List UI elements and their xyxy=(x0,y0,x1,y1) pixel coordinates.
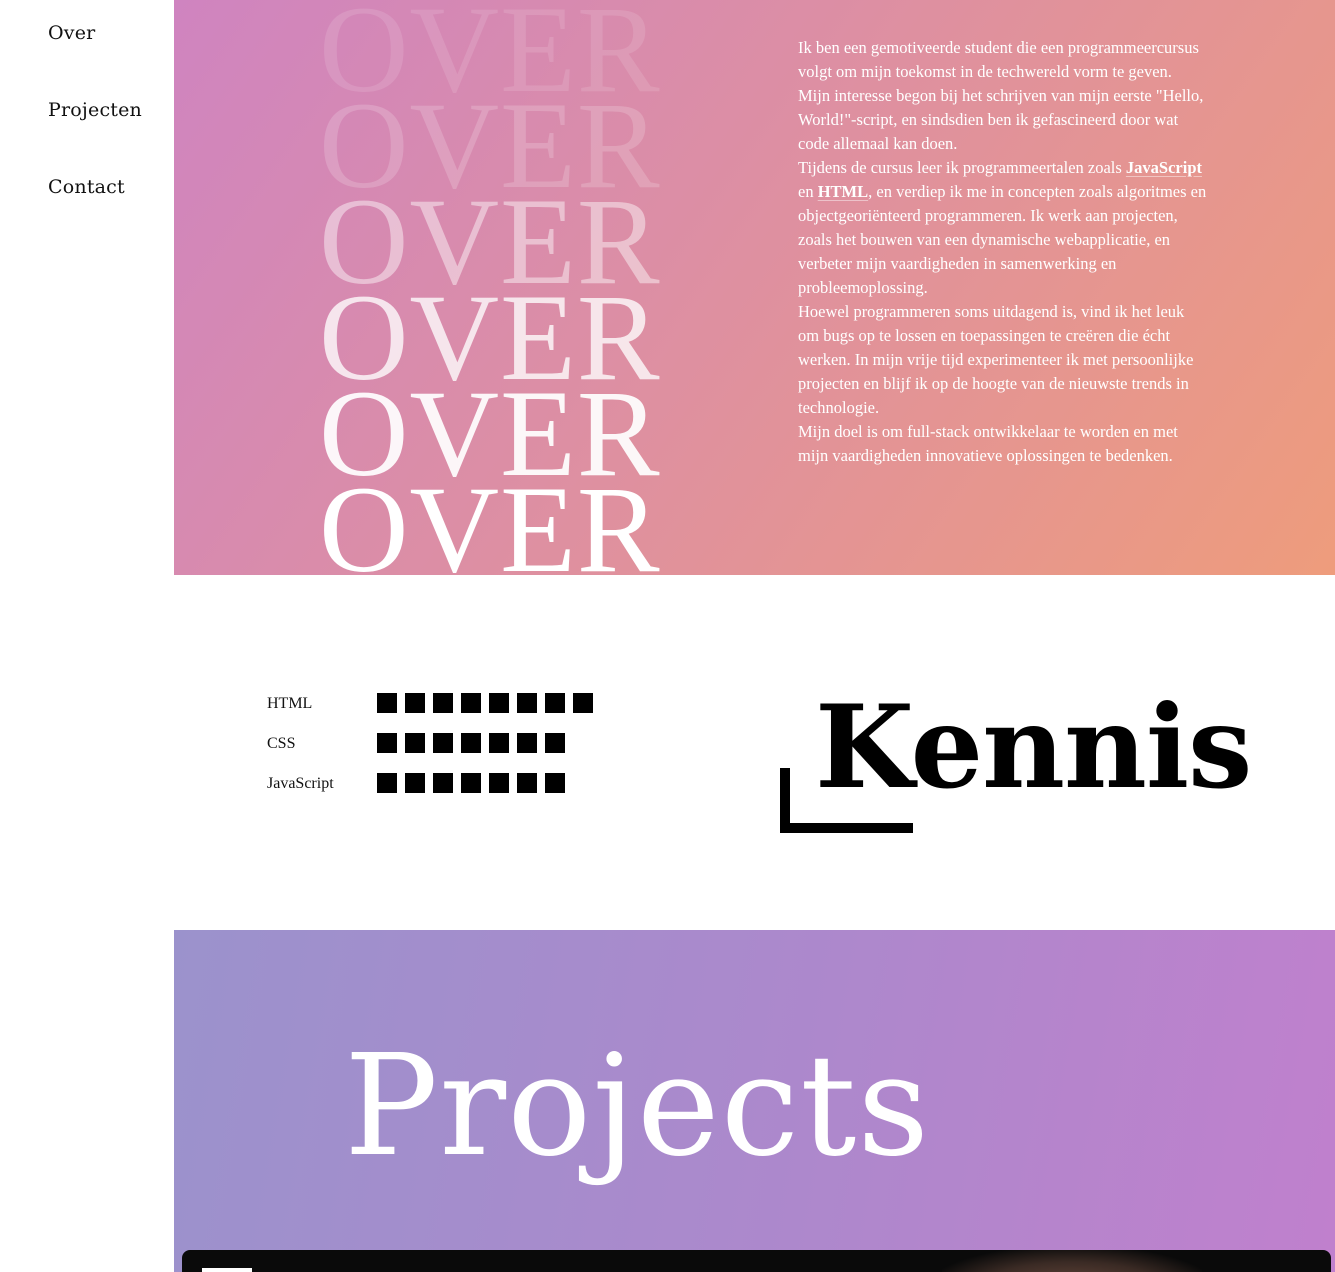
sidebar-nav: Over Projecten Contact xyxy=(0,0,174,1272)
skill-level-block xyxy=(405,733,425,753)
skill-level-block xyxy=(377,733,397,753)
skill-label-html: HTML xyxy=(267,695,313,712)
nav-item-over[interactable]: Over xyxy=(48,22,95,44)
skill-level-block xyxy=(517,693,537,713)
over-paragraph: Tijdens de cursus leer ik programmeertal… xyxy=(798,156,1208,300)
keyword-html: HTML xyxy=(817,182,869,201)
skill-level-block xyxy=(461,693,481,713)
skill-label-css: CSS xyxy=(267,735,296,752)
over-section: OVER OVER OVER OVER OVER OVER Ik ben een… xyxy=(174,0,1335,575)
skill-level-block xyxy=(461,773,481,793)
project-card[interactable] xyxy=(182,1250,1331,1272)
skill-level-block xyxy=(489,733,509,753)
nav-item-contact[interactable]: Contact xyxy=(48,176,125,198)
over-paragraph: Ik ben een gemotiveerde student die een … xyxy=(798,38,1204,153)
skill-level-block xyxy=(433,693,453,713)
skill-level-block xyxy=(545,773,565,793)
over-paragraph: Mijn doel is om full-stack ontwikkelaar … xyxy=(798,422,1178,465)
skill-level-block xyxy=(377,773,397,793)
skill-level-block xyxy=(545,693,565,713)
over-text-span: Tijdens de cursus leer ik programmeertal… xyxy=(798,158,1126,177)
skill-level-block xyxy=(517,773,537,793)
project-card-tab xyxy=(202,1268,252,1272)
keyword-javascript: JavaScript xyxy=(1125,158,1203,177)
skill-level-block xyxy=(405,773,425,793)
projects-title: Projects xyxy=(344,1025,931,1188)
skill-level-block xyxy=(461,733,481,753)
skill-level-block xyxy=(377,693,397,713)
over-heading-word: OVER xyxy=(319,461,661,576)
skill-level-block xyxy=(433,773,453,793)
skill-level-block xyxy=(573,693,593,713)
skill-level-block xyxy=(405,693,425,713)
projects-section: Projects xyxy=(174,930,1335,1272)
skill-level-block xyxy=(433,733,453,753)
skill-level-block xyxy=(517,733,537,753)
skill-level-block xyxy=(489,773,509,793)
over-paragraph: Hoewel programmeren soms uitdagend is, v… xyxy=(798,302,1194,417)
skill-level-block xyxy=(489,693,509,713)
project-card-image xyxy=(942,1250,1202,1272)
over-text-span: en xyxy=(798,182,818,201)
skill-label-javascript: JavaScript xyxy=(267,775,334,792)
skill-level-block xyxy=(545,733,565,753)
over-description: Ik ben een gemotiveerde student die een … xyxy=(798,36,1208,468)
nav-item-projecten[interactable]: Projecten xyxy=(48,99,142,121)
kennis-title: Kennis xyxy=(815,680,1252,814)
